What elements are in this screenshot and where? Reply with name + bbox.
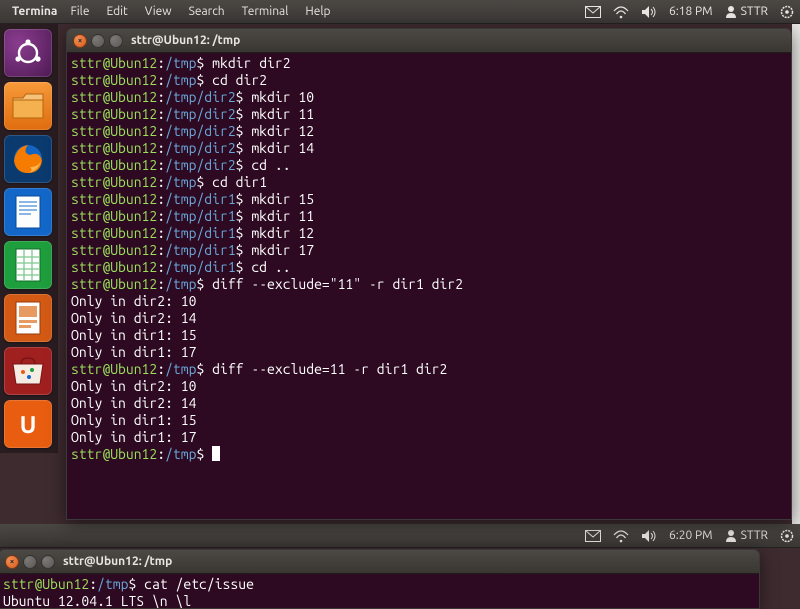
titlebar[interactable]: × sttr@Ubun12: /tmp [67, 29, 791, 53]
ubuntu-one-glyph: U [20, 411, 37, 438]
top-panel-2: 6:20 PM STTR [0, 524, 800, 548]
user-name: STTR [741, 5, 768, 18]
presentation-icon [13, 300, 43, 336]
menu-file[interactable]: File [63, 3, 96, 20]
clock[interactable]: 6:20 PM [669, 529, 713, 542]
minimize-button[interactable] [23, 555, 37, 569]
network-icon[interactable] [613, 5, 629, 19]
folder-icon [11, 92, 45, 120]
system-tray: 6:18 PM STTR [585, 5, 794, 19]
clock[interactable]: 6:18 PM [669, 5, 713, 18]
network-icon[interactable] [613, 529, 629, 543]
window-buttons: × [5, 555, 55, 569]
launcher-impress[interactable] [4, 294, 52, 342]
background-edge [792, 24, 800, 524]
close-button[interactable]: × [73, 34, 87, 48]
user-name: STTR [741, 529, 768, 542]
terminal-output[interactable]: sttr@Ubun12:/tmp$ mkdir dir2sttr@Ubun12:… [67, 53, 791, 519]
window-title: sttr@Ubun12: /tmp [63, 555, 172, 568]
close-button[interactable]: × [5, 555, 19, 569]
titlebar[interactable]: × sttr@Ubun12: /tmp [0, 550, 759, 574]
sound-icon[interactable] [641, 529, 657, 543]
launcher-ubuntu-one[interactable]: U [4, 400, 52, 448]
sound-icon[interactable] [641, 5, 657, 19]
user-menu[interactable]: STTR [725, 5, 768, 18]
menu-help[interactable]: Help [298, 3, 337, 20]
user-icon [725, 529, 737, 542]
menu-search[interactable]: Search [182, 3, 232, 20]
system-tray-2: 6:20 PM STTR [585, 529, 794, 543]
launcher-dash[interactable] [4, 29, 52, 77]
maximize-button[interactable] [41, 555, 55, 569]
menu-view[interactable]: View [138, 3, 179, 20]
window-buttons: × [73, 34, 123, 48]
maximize-button[interactable] [109, 34, 123, 48]
launcher-calc[interactable] [4, 241, 52, 289]
user-icon [725, 5, 737, 18]
mail-icon[interactable] [585, 6, 601, 18]
user-menu[interactable]: STTR [725, 529, 768, 542]
launcher-firefox[interactable] [4, 135, 52, 183]
gear-icon[interactable] [780, 5, 794, 19]
active-app-label: Termina [6, 3, 63, 20]
launcher-files[interactable] [4, 82, 52, 130]
spreadsheet-icon [13, 247, 43, 283]
document-icon [13, 194, 43, 230]
terminal-window-1[interactable]: × sttr@Ubun12: /tmp sttr@Ubun12:/tmp$ mk… [66, 28, 792, 520]
unity-launcher: U [0, 24, 58, 453]
launcher-writer[interactable] [4, 188, 52, 236]
mail-icon[interactable] [585, 530, 601, 542]
launcher-software-center[interactable] [4, 347, 52, 395]
gear-icon[interactable] [780, 529, 794, 543]
firefox-icon [10, 141, 46, 177]
minimize-button[interactable] [91, 34, 105, 48]
menu-terminal[interactable]: Terminal [235, 3, 296, 20]
menu-edit[interactable]: Edit [99, 3, 134, 20]
terminal-output[interactable]: sttr@Ubun12:/tmp$ cat /etc/issueUbuntu 1… [0, 574, 759, 608]
top-panel: Termina File Edit View Search Terminal H… [0, 0, 800, 24]
app-menubar: File Edit View Search Terminal Help [63, 3, 337, 20]
bag-icon [9, 356, 47, 386]
terminal-window-2[interactable]: × sttr@Ubun12: /tmp sttr@Ubun12:/tmp$ ca… [0, 549, 760, 609]
window-title: sttr@Ubun12: /tmp [131, 34, 240, 47]
ubuntu-logo-icon [13, 38, 43, 68]
